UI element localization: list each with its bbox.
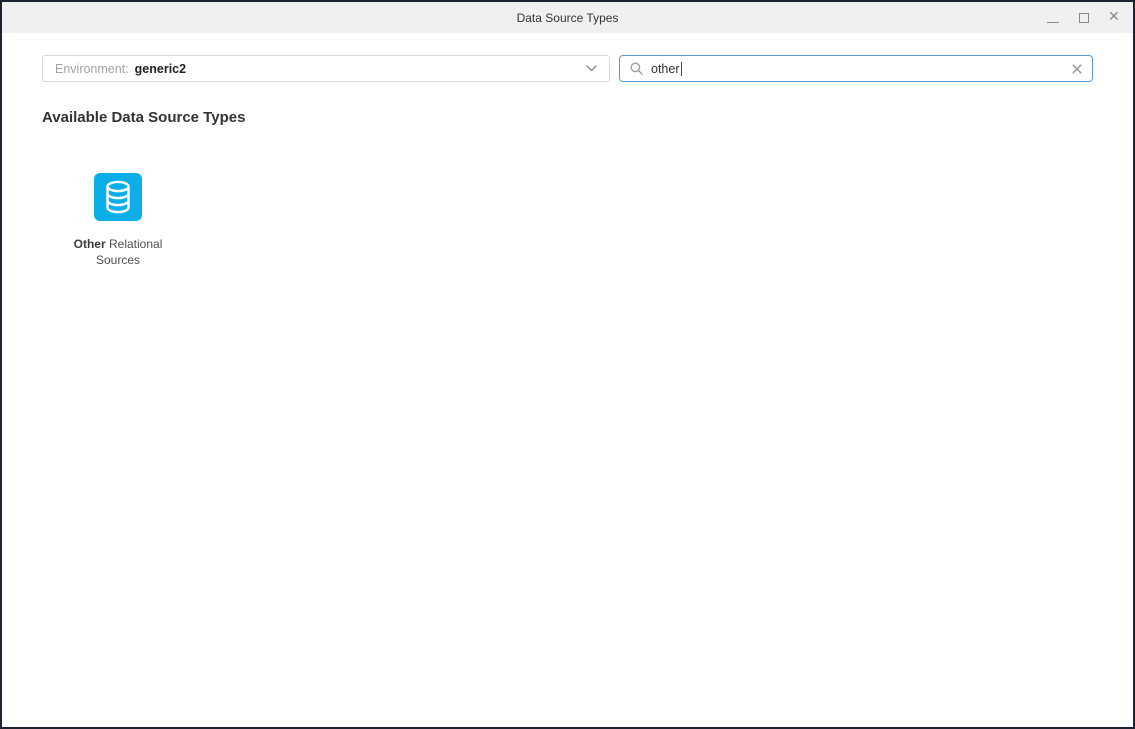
tile-label: Other Relational Sources (58, 236, 178, 268)
maximize-button[interactable] (1078, 12, 1090, 24)
tile-other-relational-sources[interactable]: Other Relational Sources (58, 173, 178, 268)
search-icon (630, 62, 643, 75)
clear-search-button[interactable] (1072, 64, 1082, 74)
maximize-icon (1079, 13, 1089, 23)
database-icon (94, 173, 142, 221)
text-caret (681, 62, 682, 76)
environment-dropdown[interactable]: Environment: generic2 (42, 55, 610, 82)
page-title: Available Data Source Types (42, 109, 1093, 126)
chevron-down-icon (586, 65, 597, 72)
toolbar: Environment: generic2 other (42, 55, 1093, 82)
environment-value: generic2 (135, 62, 186, 76)
content-area: Environment: generic2 other (2, 33, 1133, 727)
close-icon: ✕ (1108, 9, 1120, 25)
data-source-types-window: Data Source Types ✕ Environment: generic… (0, 0, 1135, 729)
window-title: Data Source Types (517, 11, 619, 25)
tile-label-rest: Relational Sources (96, 237, 162, 267)
tile-label-match: Other (74, 237, 106, 251)
minimize-button[interactable] (1047, 12, 1059, 24)
search-query-text: other (651, 62, 680, 76)
titlebar: Data Source Types ✕ (2, 2, 1133, 33)
window-controls: ✕ (1047, 2, 1121, 33)
data-source-tile-grid: Other Relational Sources (2, 173, 1133, 268)
close-button[interactable]: ✕ (1109, 12, 1121, 24)
environment-label: Environment: (55, 62, 129, 76)
search-input[interactable]: other (619, 55, 1093, 82)
minimize-icon (1047, 22, 1059, 23)
